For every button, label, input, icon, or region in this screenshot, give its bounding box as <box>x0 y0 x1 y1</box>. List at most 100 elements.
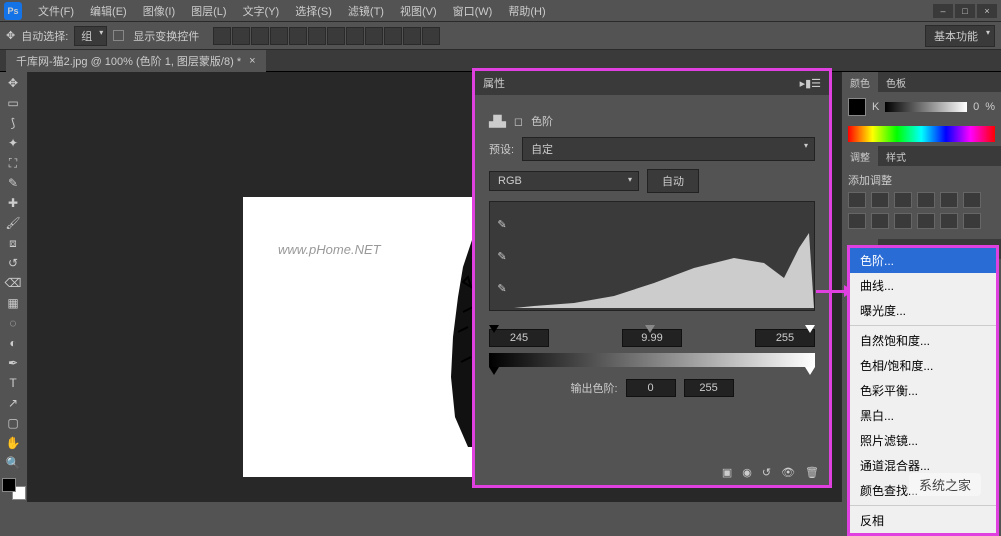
stamp-tool[interactable]: ⧈ <box>2 234 24 252</box>
close-button[interactable]: × <box>977 4 997 18</box>
lasso-tool[interactable]: ⟆ <box>2 114 24 132</box>
channel-dropdown[interactable]: RGB <box>489 171 639 191</box>
healing-tool[interactable]: ✚ <box>2 194 24 212</box>
menu-item[interactable]: 图层(L) <box>183 3 234 19</box>
tab-close-icon[interactable]: × <box>249 55 255 67</box>
output-white-slider[interactable] <box>805 367 815 375</box>
vibrance-icon[interactable] <box>940 192 958 208</box>
color-swatches[interactable] <box>2 478 26 500</box>
k-slider[interactable] <box>885 102 967 112</box>
tab-styles[interactable]: 样式 <box>878 146 914 166</box>
menu-item[interactable]: 滤镜(T) <box>340 3 392 19</box>
history-brush-tool[interactable]: ↺ <box>2 254 24 272</box>
foreground-swatch[interactable] <box>848 98 866 116</box>
auto-button[interactable]: 自动 <box>647 169 699 193</box>
align-icon[interactable] <box>270 27 288 45</box>
context-menu-item[interactable]: 曲线... <box>850 273 996 298</box>
menu-item[interactable]: 编辑(E) <box>82 3 135 19</box>
mask-icon[interactable]: ◻ <box>514 115 523 128</box>
preset-dropdown[interactable]: 自定 <box>522 137 815 161</box>
pen-tool[interactable]: ✒ <box>2 354 24 372</box>
invert-icon[interactable] <box>963 213 981 229</box>
eraser-tool[interactable]: ⌫ <box>2 274 24 292</box>
workspace-dropdown[interactable]: 基本功能 <box>925 25 995 47</box>
document-tab[interactable]: 千库网-猫2.jpg @ 100% (色阶 1, 图层蒙版/8) * × <box>6 50 266 72</box>
menu-item[interactable]: 文件(F) <box>30 3 82 19</box>
brightness-icon[interactable] <box>848 192 866 208</box>
levels-icon[interactable] <box>871 192 889 208</box>
auto-select-dropdown[interactable]: 组 <box>74 26 107 46</box>
reset-icon[interactable]: ↺ <box>762 466 771 479</box>
menu-item[interactable]: 视图(V) <box>392 3 445 19</box>
zoom-tool[interactable]: 🔍 <box>2 454 24 472</box>
menu-item[interactable]: 窗口(W) <box>445 3 501 19</box>
mixer-icon[interactable] <box>917 213 935 229</box>
shape-tool[interactable]: ▢ <box>2 414 24 432</box>
align-icon[interactable] <box>346 27 364 45</box>
context-menu-item[interactable]: 反相 <box>850 508 996 533</box>
hue-icon[interactable] <box>963 192 981 208</box>
curves-icon[interactable] <box>894 192 912 208</box>
context-menu-item[interactable]: 照片滤镜... <box>850 428 996 453</box>
context-menu-item[interactable]: 色阶... <box>850 248 996 273</box>
path-tool[interactable]: ↗ <box>2 394 24 412</box>
align-icon[interactable] <box>232 27 250 45</box>
move-tool[interactable]: ✥ <box>2 74 24 92</box>
output-gradient[interactable] <box>489 353 815 367</box>
align-icon[interactable] <box>327 27 345 45</box>
align-icon[interactable] <box>384 27 402 45</box>
wand-tool[interactable]: ✦ <box>2 134 24 152</box>
tab-adjustments[interactable]: 调整 <box>842 146 878 166</box>
context-menu-item[interactable]: 色相/饱和度... <box>850 353 996 378</box>
blur-tool[interactable]: ◌ <box>2 314 24 332</box>
white-slider[interactable] <box>805 325 815 333</box>
menu-item[interactable]: 帮助(H) <box>500 3 553 19</box>
output-white-field[interactable] <box>684 379 734 397</box>
crop-tool[interactable]: ⛶ <box>2 154 24 172</box>
exposure-icon[interactable] <box>917 192 935 208</box>
gray-eyedropper-icon[interactable]: ✎ <box>497 250 506 263</box>
context-menu-item[interactable]: 自然饱和度... <box>850 328 996 353</box>
lookup-icon[interactable] <box>940 213 958 229</box>
context-menu-item[interactable]: 曝光度... <box>850 298 996 323</box>
panel-menu-icon[interactable]: ▸▮☰ <box>800 77 821 90</box>
spectrum-bar[interactable] <box>848 126 995 142</box>
visibility-icon[interactable]: 👁 <box>781 466 795 479</box>
gamma-slider[interactable] <box>645 325 655 333</box>
dodge-tool[interactable]: ◐ <box>2 334 24 352</box>
brush-tool[interactable]: 🖌 <box>2 214 24 232</box>
menu-item[interactable]: 选择(S) <box>287 3 340 19</box>
align-icon[interactable] <box>289 27 307 45</box>
bw-icon[interactable] <box>871 213 889 229</box>
marquee-tool[interactable]: ▭ <box>2 94 24 112</box>
maximize-button[interactable]: □ <box>955 4 975 18</box>
histogram[interactable] <box>514 202 814 310</box>
eyedropper-tool[interactable]: ✎ <box>2 174 24 192</box>
white-eyedropper-icon[interactable]: ✎ <box>497 282 506 295</box>
clip-icon[interactable]: ▣ <box>722 466 732 479</box>
context-menu-item[interactable]: 黑白... <box>850 403 996 428</box>
menu-item[interactable]: 图像(I) <box>135 3 183 19</box>
black-eyedropper-icon[interactable]: ✎ <box>497 218 506 231</box>
trash-icon[interactable]: 🗑 <box>805 466 819 479</box>
balance-icon[interactable] <box>848 213 866 229</box>
black-slider[interactable] <box>489 325 499 333</box>
align-icon[interactable] <box>308 27 326 45</box>
align-icon[interactable] <box>251 27 269 45</box>
align-icon[interactable] <box>422 27 440 45</box>
prev-icon[interactable]: ◉ <box>742 466 752 479</box>
align-icon[interactable] <box>403 27 421 45</box>
output-black-slider[interactable] <box>489 367 499 375</box>
tab-color[interactable]: 颜色 <box>842 72 878 92</box>
gradient-tool[interactable]: ▦ <box>2 294 24 312</box>
type-tool[interactable]: T <box>2 374 24 392</box>
align-icon[interactable] <box>213 27 231 45</box>
filter-icon[interactable] <box>894 213 912 229</box>
hand-tool[interactable]: ✋ <box>2 434 24 452</box>
align-icon[interactable] <box>365 27 383 45</box>
menu-item[interactable]: 文字(Y) <box>235 3 288 19</box>
output-black-field[interactable] <box>626 379 676 397</box>
minimize-button[interactable]: – <box>933 4 953 18</box>
show-transform-checkbox[interactable] <box>113 30 124 41</box>
context-menu-item[interactable]: 色彩平衡... <box>850 378 996 403</box>
